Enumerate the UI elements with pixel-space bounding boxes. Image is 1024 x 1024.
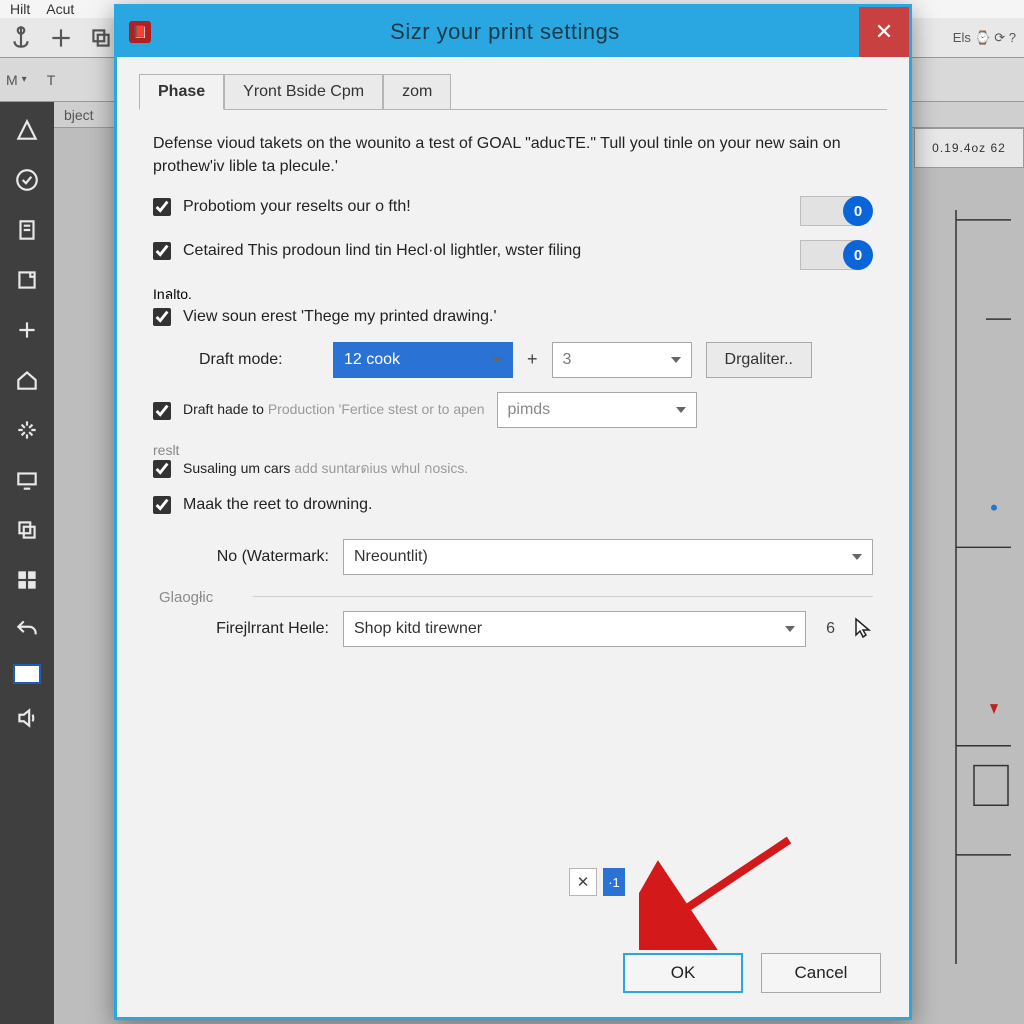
checkbox-probotiom-label: Probotiom your reselts our o fth! [183, 196, 788, 218]
watermark-combo[interactable]: Nreountlit) [343, 539, 873, 575]
draft-mode-combo[interactable]: 12 cook [333, 342, 513, 378]
checkbox-cetaired-sub: Inลlto. [153, 284, 873, 306]
mini-page-indicator: ·1 [603, 868, 625, 896]
undo-tool-icon[interactable] [9, 614, 45, 646]
plus-tool-icon[interactable] [9, 314, 45, 346]
section-glaoglic: Glaogłic [159, 589, 873, 606]
draft-hade-pre: Draft hade to [183, 401, 268, 417]
tab-yront-bside[interactable]: Yront Bside Cpm [224, 74, 383, 110]
badge-1: 0 [800, 196, 873, 226]
app-icon: 📕 [129, 21, 151, 43]
triangle-tool-icon[interactable] [9, 114, 45, 146]
checkbox-draft-hade[interactable] [153, 402, 171, 420]
dialog-titlebar: 📕 Sizr your print settings ✕ [117, 7, 909, 57]
dialog-footer: OK Cancel [117, 935, 909, 1017]
checkbox-probotiom[interactable] [153, 198, 171, 216]
checkbox-view-soun[interactable] [153, 308, 171, 326]
note-tool-icon[interactable] [9, 264, 45, 296]
row2-m: M [6, 72, 18, 88]
section-divider [253, 596, 873, 597]
colorswatch-tool-icon[interactable] [13, 664, 41, 684]
tab-phase[interactable]: Phase [139, 74, 224, 110]
document-tool-icon[interactable] [9, 214, 45, 246]
cross-icon[interactable] [48, 25, 74, 51]
checkbox-susaling-label: Susaling um cars add suntarดius whul กos… [183, 458, 873, 480]
spark-tool-icon[interactable] [9, 414, 45, 446]
sound-tool-icon[interactable] [9, 702, 45, 734]
copy-tool-icon[interactable] [9, 514, 45, 546]
checkbox-view-soun-label: View soun erest 'Thege my printed drawin… [183, 306, 873, 328]
draft-hade-mid: Production 'Fertice stest or to apen [268, 401, 485, 417]
checkbox-mask-label: Maak the reet to drowning. [183, 494, 873, 516]
susaling-mid: add suntarดius whul กosics. [294, 460, 468, 476]
dialog-content: Defense vioud takets on the wounito a te… [139, 109, 887, 935]
mini-close-button[interactable]: ✕ [569, 868, 597, 896]
checkbox-cetaired-label: Cetaired This prodoun lind tin Hecl·ol l… [183, 240, 788, 262]
layers-icon[interactable] [88, 25, 114, 51]
pimds-combo[interactable]: pimds [497, 392, 697, 428]
fire-combo[interactable]: Shop kitd tirewner [343, 611, 806, 647]
menu-hilt[interactable]: Hilt [10, 1, 30, 17]
monitor-tool-icon[interactable] [9, 464, 45, 496]
print-settings-dialog: 📕 Sizr your print settings ✕ Phase Yront… [114, 4, 912, 1020]
drawing-preview [916, 210, 1016, 964]
badge-2-value: 0 [843, 240, 873, 270]
row2-t: T [47, 72, 56, 88]
anchor-icon[interactable] [8, 25, 34, 51]
cancel-button[interactable]: Cancel [761, 953, 881, 993]
draft-hade-sub: reslt [153, 442, 873, 458]
checkbox-mask[interactable] [153, 496, 171, 514]
ok-button[interactable]: OK [623, 953, 743, 993]
checkbox-cetaired[interactable] [153, 242, 171, 260]
plus-icon: + [527, 349, 538, 370]
digaliter-button[interactable]: Drgaliter.. [706, 342, 812, 378]
intro-text: Defense vioud takets on the wounito a te… [153, 132, 873, 178]
check-circle-tool-icon[interactable] [9, 164, 45, 196]
badge-2: 0 [800, 240, 873, 270]
dialog-tabbar: Phase Yront Bside Cpm zom [117, 57, 909, 109]
susaling-pre: Susaling um cars [183, 460, 294, 476]
dialog-title: Sizr your print settings [151, 19, 859, 45]
menu-acut[interactable]: Acut [46, 1, 74, 17]
tab-zom[interactable]: zom [383, 74, 451, 110]
badge-1-value: 0 [843, 196, 873, 226]
watermark-label: No (Watermark: [173, 548, 329, 566]
close-button[interactable]: ✕ [859, 7, 909, 57]
mini-controls: ✕ ·1 [569, 868, 625, 896]
right-status-panel: 0.19.4oz 62 [914, 128, 1024, 168]
tabstrip-object[interactable]: bject [64, 107, 94, 123]
windows-tool-icon[interactable] [9, 564, 45, 596]
checkbox-susaling[interactable] [153, 460, 171, 478]
toolbar-right-icons: Els ⌚ ⟳ ? [953, 30, 1016, 46]
cursor-icon [853, 617, 873, 642]
draft-mode-label: Draft mode: [199, 351, 319, 369]
fire-label: Firejlrrant Heιle: [173, 620, 329, 638]
fire-after-value: 6 [826, 620, 835, 638]
home-tool-icon[interactable] [9, 364, 45, 396]
annotation-arrow-icon [639, 830, 799, 953]
draft-mode-secondary-combo[interactable]: 3 [552, 342, 692, 378]
left-tool-strip [0, 102, 54, 1024]
checkbox-draft-hade-label: Draft hade to Production 'Fertice stest … [183, 399, 485, 421]
